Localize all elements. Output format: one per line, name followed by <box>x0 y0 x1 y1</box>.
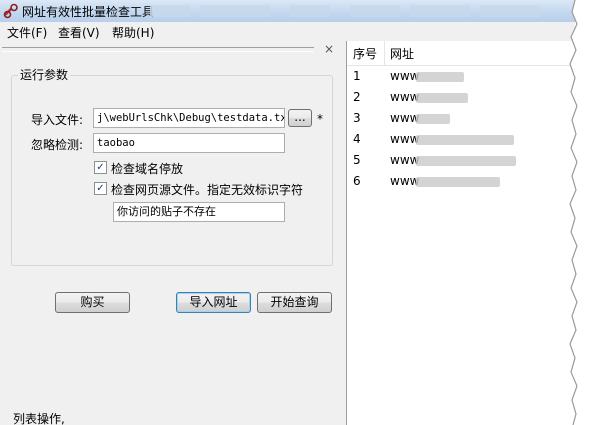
pane-divider[interactable] <box>2 47 314 52</box>
background-window-blur <box>480 5 540 17</box>
table-row[interactable]: 5 www <box>347 150 575 171</box>
check-domain-label: 检查域名停放 <box>111 162 184 176</box>
background-window-blur <box>350 5 400 17</box>
row-index: 3 <box>353 111 361 125</box>
group-title: 运行参数 <box>18 66 71 83</box>
row-index: 4 <box>353 132 361 146</box>
check-domain-checkbox[interactable]: ✓ <box>94 161 107 174</box>
table-row[interactable]: 6 www <box>347 171 575 192</box>
table-row[interactable]: 4 www <box>347 129 575 150</box>
menu-bar: 文件(F) 查看(V) 帮助(H) <box>0 22 575 41</box>
row-index: 5 <box>353 153 361 167</box>
required-mark: * <box>317 112 323 126</box>
table-row[interactable]: 3 www <box>347 108 575 129</box>
background-window-blur <box>410 5 470 17</box>
list-header: 序号 网址 <box>347 41 575 66</box>
column-divider[interactable] <box>384 41 385 65</box>
check-source-checkbox[interactable]: ✓ <box>94 182 107 195</box>
row-index: 2 <box>353 90 361 104</box>
menu-view[interactable]: 查看(V) <box>58 24 100 41</box>
import-urls-button[interactable]: 导入网址 <box>176 292 251 313</box>
invalid-marker-input[interactable]: 你访问的贴子不存在 <box>113 202 285 222</box>
menu-help[interactable]: 帮助(H) <box>112 24 154 41</box>
redacted-url-blur <box>416 177 500 187</box>
torn-edge-decoration <box>568 0 607 425</box>
buy-button[interactable]: 购买 <box>55 292 130 313</box>
background-window-blur <box>290 5 330 17</box>
ignore-input[interactable]: taobao <box>93 133 285 153</box>
background-window-blur <box>200 5 270 17</box>
column-header-url[interactable]: 网址 <box>390 45 414 62</box>
import-file-input[interactable]: j\webUrlsChk\Debug\testdata.txt <box>93 108 285 128</box>
app-window: 网址有效性批量检查工具 文件(F) 查看(V) 帮助(H) × 运行参数 导入文… <box>0 0 575 425</box>
redacted-url-blur <box>416 135 514 145</box>
redacted-url-blur <box>416 114 450 124</box>
redacted-url-blur <box>416 156 516 166</box>
redacted-url-blur <box>416 93 468 103</box>
ignore-label: 忽略检测: <box>31 138 84 152</box>
window-title: 网址有效性批量检查工具 <box>22 5 155 19</box>
link-chain-icon <box>3 3 18 19</box>
table-row[interactable]: 1 www <box>347 66 575 87</box>
close-pane-icon[interactable]: × <box>324 42 334 56</box>
check-source-label: 检查网页源文件。指定无效标识字符 <box>111 183 304 197</box>
background-window-blur <box>150 5 190 17</box>
title-bar[interactable]: 网址有效性批量检查工具 <box>0 0 575 22</box>
redacted-url-blur <box>416 72 464 82</box>
row-index: 6 <box>353 174 361 188</box>
list-ops-label: 列表操作, <box>13 412 65 425</box>
start-query-button[interactable]: 开始查询 <box>257 292 332 313</box>
settings-pane: × 运行参数 导入文件: j\webUrlsChk\Debug\testdata… <box>0 41 344 425</box>
url-list[interactable]: 序号 网址 1 www 2 www 3 www 4 www 5 www 6 ww… <box>346 41 575 425</box>
column-header-index[interactable]: 序号 <box>353 45 377 62</box>
menu-file[interactable]: 文件(F) <box>7 24 47 41</box>
import-file-label: 导入文件: <box>31 113 84 127</box>
table-row[interactable]: 2 www <box>347 87 575 108</box>
browse-button[interactable]: ... <box>288 109 312 127</box>
row-index: 1 <box>353 69 361 83</box>
